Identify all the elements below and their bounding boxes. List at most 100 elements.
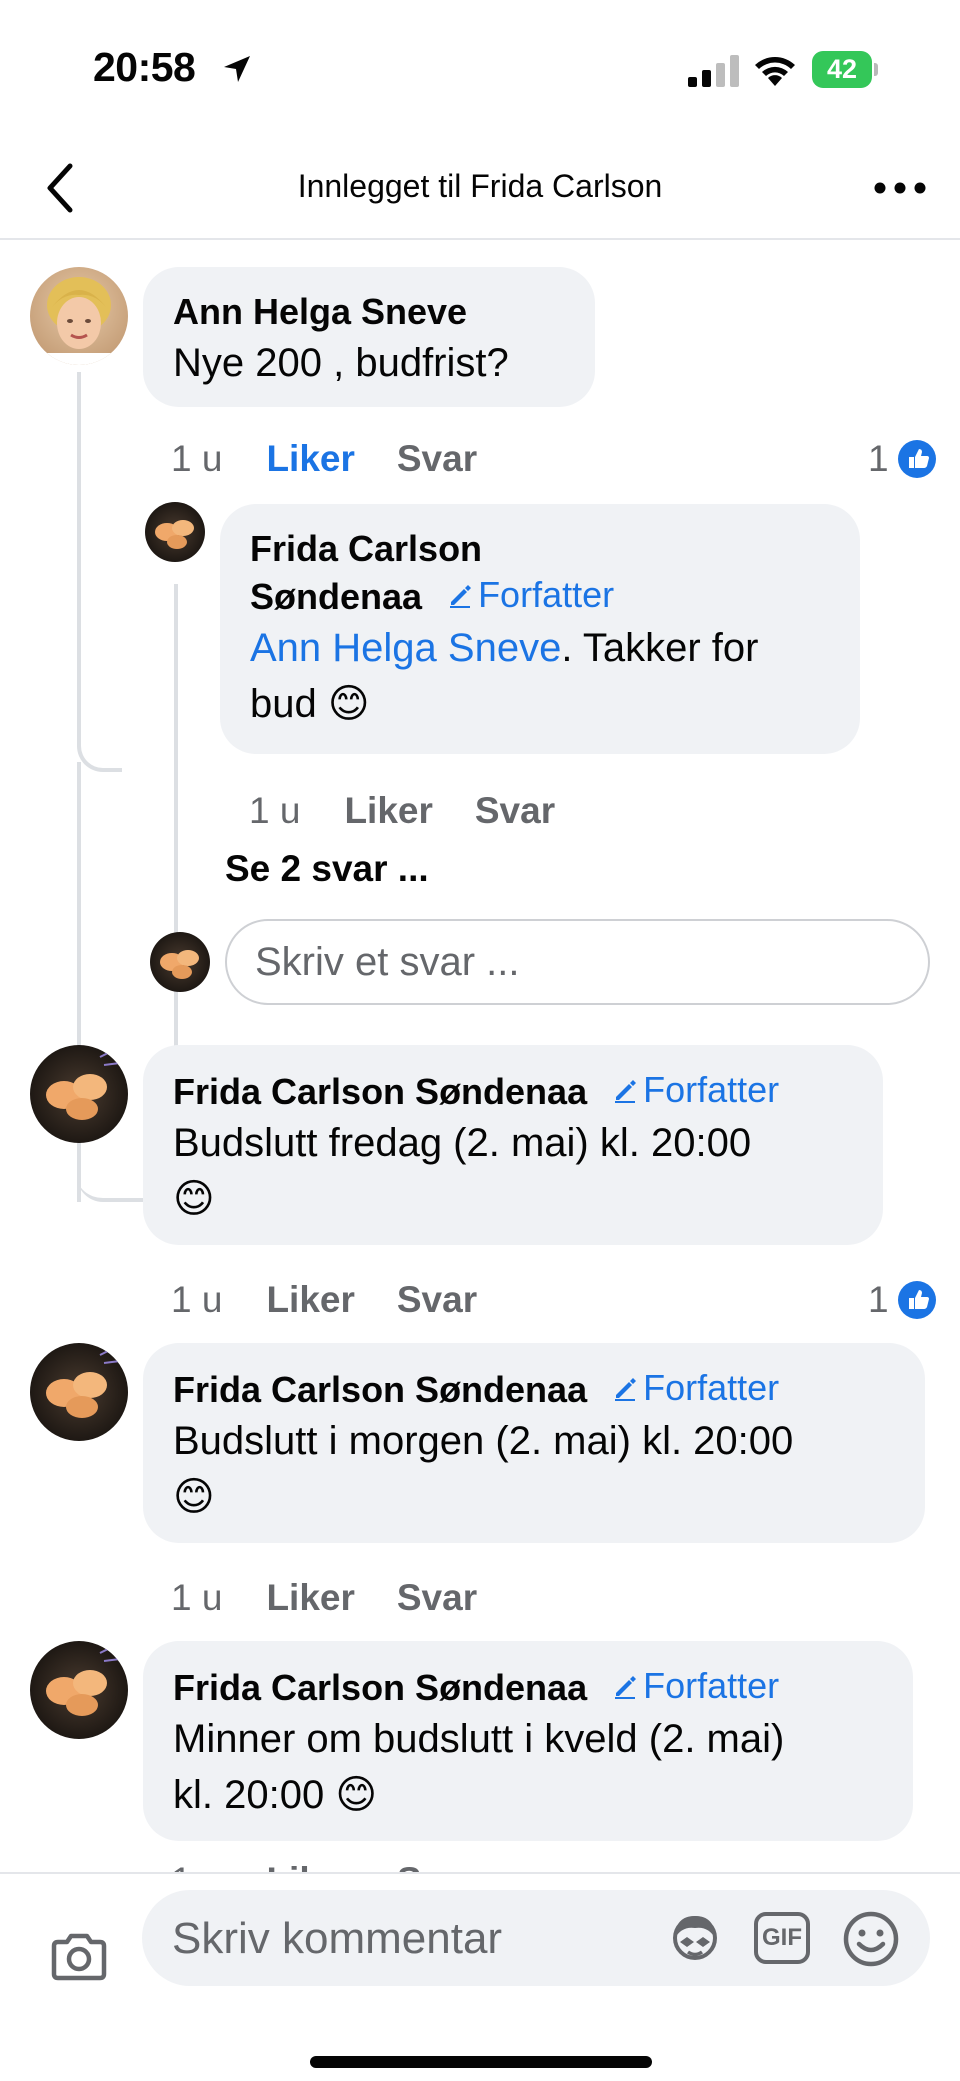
author-badge-label: Forfatter — [643, 1665, 780, 1706]
page-header: Innlegget til Frida Carlson — [0, 140, 960, 240]
comment-bubble[interactable]: Frida Carlson Søndenaa Forfatter Budslut… — [143, 1343, 925, 1543]
comment-author[interactable]: Frida Carlson Søndenaa Forfatter — [173, 1663, 883, 1711]
comment-bubble[interactable]: Ann Helga Sneve Nye 200 , budfrist? — [143, 267, 595, 407]
comment-time[interactable]: 1 u — [249, 790, 300, 832]
reply-button[interactable]: Svar — [397, 438, 477, 480]
reply-button[interactable]: Svar — [397, 1860, 477, 1872]
comment-time[interactable]: 1 u — [171, 438, 222, 480]
profile-photo — [30, 1045, 128, 1143]
reply-bubble[interactable]: Frida Carlson Søndenaa Forfatter Ann Hel… — [220, 504, 860, 754]
comment-bubble[interactable]: Frida Carlson Søndenaa Forfatter Budslut… — [143, 1045, 883, 1245]
comment-text-line1: Budslutt i morgen (2. mai) kl. 20:00 — [173, 1419, 794, 1463]
comment-text: Ann Helga Sneve. Takker for bud 😊 — [250, 620, 830, 732]
avatar-sticker-icon[interactable] — [666, 1912, 724, 1966]
more-options-icon[interactable] — [872, 170, 928, 206]
like-button[interactable]: Liker — [266, 1279, 354, 1321]
reaction-count: 1 — [868, 1279, 889, 1320]
comment-actions: 1 u Liker Svar — [171, 1860, 519, 1872]
comment-text-line1: . Takker for — [561, 626, 759, 670]
avatar[interactable] — [30, 1045, 128, 1143]
profile-photo — [30, 1343, 128, 1441]
reply-button[interactable]: Svar — [397, 1279, 477, 1321]
profile-photo — [30, 267, 128, 365]
author-badge: Forfatter — [446, 572, 614, 618]
reply-button[interactable]: Svar — [397, 1577, 477, 1619]
author-badge: Forfatter — [611, 1663, 779, 1709]
mention-link[interactable]: Ann Helga Sneve — [250, 626, 561, 670]
comment-text-line2: bud 😊 — [250, 682, 370, 726]
comment-author[interactable]: Frida Carlson Søndenaa Forfatter — [173, 1067, 853, 1115]
comment-bubble[interactable]: Frida Carlson Søndenaa Forfatter Minner … — [143, 1641, 913, 1841]
author-name: Frida Carlson Søndenaa — [173, 1071, 588, 1112]
reaction-summary[interactable]: 1 — [868, 438, 937, 480]
reply-button[interactable]: Svar — [475, 790, 555, 832]
author-badge-label: Forfatter — [478, 574, 615, 615]
profile-photo — [30, 1641, 128, 1739]
like-button[interactable]: Liker — [266, 1577, 354, 1619]
author-name-line2: Søndenaa — [250, 576, 423, 617]
comment-actions: 1 u Liker Svar — [171, 1577, 519, 1619]
comments-feed[interactable]: Ann Helga Sneve Nye 200 , budfrist? 1 u … — [0, 242, 960, 1872]
like-button[interactable]: Liker — [344, 790, 432, 832]
reply-input[interactable]: Skriv et svar ... — [225, 919, 930, 1005]
comment-author[interactable]: Ann Helga Sneve — [173, 289, 565, 335]
comment-actions: 1 u Liker Svar — [171, 438, 519, 480]
comment-text: Minner om budslutt i kveld (2. mai) kl. … — [173, 1711, 883, 1823]
comment-text-line2: 😊 — [173, 1177, 215, 1221]
author-name: Frida Carlson Søndenaa — [173, 1667, 588, 1708]
avatar[interactable] — [30, 267, 128, 365]
avatar[interactable] — [30, 1343, 128, 1441]
battery-indicator: 42 — [812, 51, 878, 88]
comment-text: Nye 200 , budfrist? — [173, 341, 509, 385]
comment-author[interactable]: Frida Carlson Søndenaa Forfatter — [173, 1365, 895, 1413]
gif-label: GIF — [762, 1924, 802, 1951]
comment-actions: 1 u Liker Svar — [171, 1279, 519, 1321]
author-name: Frida Carlson Søndenaa — [173, 1369, 588, 1410]
comment-text: Budslutt fredag (2. mai) kl. 20:00 😊 — [173, 1115, 853, 1227]
pencil-icon — [615, 1676, 637, 1699]
author-badge-label: Forfatter — [643, 1069, 780, 1110]
comment-composer: Skriv kommentar GIF — [0, 1872, 960, 2081]
comment-time[interactable]: 1 u — [171, 1279, 222, 1321]
wifi-icon — [755, 57, 795, 86]
see-more-replies-link[interactable]: Se 2 svar ... — [225, 848, 429, 890]
like-button[interactable]: Liker — [266, 1860, 354, 1872]
comment-actions: 1 u Liker Svar — [249, 790, 597, 832]
emoji-icon[interactable] — [842, 1910, 900, 1968]
battery-level: 42 — [812, 51, 872, 88]
reaction-count: 1 — [868, 438, 889, 479]
like-reaction-icon — [897, 440, 936, 478]
avatar[interactable] — [30, 1641, 128, 1739]
comment-placeholder: Skriv kommentar — [172, 1914, 503, 1963]
comment-text-line2: 😊 — [173, 1475, 215, 1519]
pencil-icon — [450, 585, 472, 608]
cellular-signal-icon — [688, 55, 739, 87]
like-button[interactable]: Liker — [266, 438, 354, 480]
reaction-summary[interactable]: 1 — [868, 1279, 937, 1321]
avatar — [150, 932, 210, 992]
comment-text-line1: Budslutt fredag (2. mai) kl. 20:00 — [173, 1121, 752, 1165]
comment-text-line2: kl. 20:00 😊 — [173, 1773, 378, 1817]
profile-photo — [145, 502, 205, 562]
author-badge-label: Forfatter — [643, 1367, 780, 1408]
comment-author[interactable]: Frida Carlson Søndenaa Forfatter — [250, 526, 830, 620]
comment-time[interactable]: 1 u — [171, 1860, 222, 1872]
comment-text-line1: Minner om budslutt i kveld (2. mai) — [173, 1717, 785, 1761]
back-chevron-icon[interactable] — [38, 160, 88, 216]
camera-icon[interactable] — [50, 1932, 108, 1982]
author-badge: Forfatter — [611, 1365, 779, 1411]
home-indicator — [310, 2056, 652, 2068]
pencil-icon — [615, 1378, 637, 1401]
pencil-icon — [615, 1080, 637, 1103]
author-name-line1: Frida Carlson — [250, 528, 483, 569]
comment-text: Budslutt i morgen (2. mai) kl. 20:00 😊 — [173, 1413, 895, 1525]
reply-placeholder: Skriv et svar ... — [255, 939, 520, 984]
like-reaction-icon — [897, 1281, 936, 1319]
status-bar: 20:58 42 — [0, 0, 960, 140]
location-arrow-icon — [224, 56, 250, 82]
avatar[interactable] — [145, 502, 205, 562]
comment-time[interactable]: 1 u — [171, 1577, 222, 1619]
page-title: Innlegget til Frida Carlson — [297, 168, 663, 204]
gif-button[interactable]: GIF — [754, 1912, 810, 1964]
comment-input[interactable]: Skriv kommentar GIF — [142, 1890, 930, 1986]
